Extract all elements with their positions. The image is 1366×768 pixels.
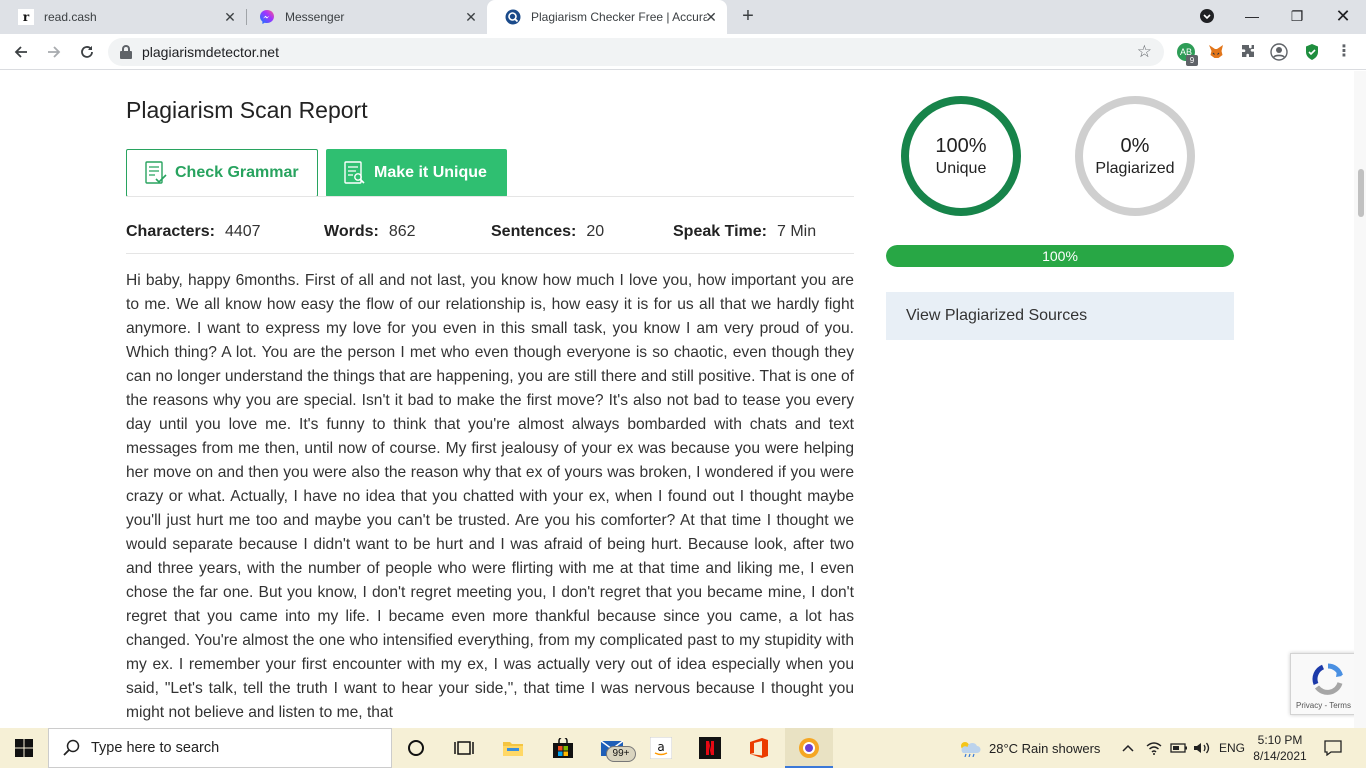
back-button[interactable] (9, 40, 33, 64)
stat-sentences: Sentences: 20 (491, 223, 605, 240)
tab-search-button[interactable] (1195, 4, 1219, 28)
arrow-right-icon (48, 46, 61, 58)
shield-extension-icon[interactable] (1303, 43, 1321, 61)
page-content: Plagiarism Scan Report Check Grammar Mak… (0, 71, 1366, 728)
amazon-icon[interactable]: a (649, 736, 673, 760)
network-icon[interactable] (1146, 728, 1162, 768)
check-grammar-button[interactable]: Check Grammar (126, 149, 318, 197)
stat-speak-time: Speak Time: 7 Min (673, 223, 817, 240)
browser-toolbar: plagiarismdetector.net ☆ AB 9 ⋮ (0, 34, 1366, 70)
document-search-icon (344, 161, 365, 184)
start-button[interactable] (0, 728, 48, 768)
menu-kebab-icon[interactable]: ⋮ (1335, 43, 1353, 61)
plagiarism-detector-icon (505, 9, 521, 25)
netflix-icon[interactable] (698, 736, 722, 760)
plagiarized-label: Plagiarized (1095, 159, 1175, 177)
divider (126, 196, 854, 197)
maximize-button[interactable]: ❐ (1285, 4, 1309, 28)
chevron-down-icon (1200, 9, 1214, 23)
bookmark-star-icon[interactable]: ☆ (1137, 42, 1152, 62)
unique-label: Unique (935, 159, 987, 177)
chrome-canary-icon[interactable] (797, 736, 821, 760)
search-placeholder: Type here to search (91, 740, 220, 756)
extensions-puzzle-icon[interactable] (1239, 43, 1257, 61)
tab-title: Plagiarism Checker Free | Accura (531, 10, 707, 24)
recaptcha-terms[interactable]: Privacy - Terms (1296, 701, 1351, 710)
check-grammar-label: Check Grammar (175, 164, 299, 181)
language-indicator[interactable]: ENG (1219, 728, 1245, 768)
notifications-button[interactable] (1324, 728, 1342, 768)
view-sources-label: View Plagiarized Sources (906, 307, 1088, 324)
unique-score-ring: 100% Unique (901, 96, 1021, 216)
unique-percent: 100% (935, 134, 987, 157)
extension-badge: 9 (1186, 55, 1198, 66)
tab-messenger[interactable]: Messenger ✕ (241, 0, 487, 34)
page-scrollbar[interactable] (1354, 71, 1366, 728)
taskbar-search-box[interactable]: Type here to search (48, 728, 392, 768)
uniqueness-progress-bar: 100% (886, 245, 1234, 267)
close-icon[interactable]: ✕ (703, 9, 719, 25)
plagiarized-score-ring: 0% Plagiarized (1075, 96, 1195, 216)
weather-text: 28°C Rain showers (989, 740, 1101, 756)
battery-icon[interactable] (1170, 728, 1188, 768)
clock-date: 8/14/2021 (1253, 749, 1307, 763)
rain-cloud-icon (961, 742, 981, 757)
microsoft-store-icon[interactable] (551, 736, 575, 760)
stat-characters: Characters: 4407 (126, 223, 261, 240)
reload-icon (81, 46, 93, 58)
tab-title: read.cash (44, 10, 97, 24)
search-icon (63, 739, 80, 756)
arrow-left-icon (14, 46, 27, 58)
scrollbar-thumb[interactable] (1358, 169, 1364, 217)
read-cash-favicon: r (18, 9, 34, 25)
clock-time: 5:10 PM (1257, 733, 1303, 747)
show-hidden-icons-button[interactable] (1121, 728, 1135, 768)
close-window-button[interactable]: ✕ (1331, 4, 1355, 28)
plagiarized-percent: 0% (1120, 134, 1150, 157)
view-plagiarized-sources-button[interactable]: View Plagiarized Sources (886, 292, 1234, 340)
page-title: Plagiarism Scan Report (126, 97, 368, 123)
address-bar[interactable]: plagiarismdetector.net ☆ (108, 38, 1164, 66)
url-text: plagiarismdetector.net (142, 44, 279, 60)
file-explorer-icon[interactable] (501, 736, 525, 760)
browser-tab-strip: r read.cash ✕ Messenger ✕ Plagiarism Che… (0, 0, 1366, 34)
tab-title: Messenger (285, 10, 345, 24)
progress-label: 100% (1042, 248, 1078, 264)
mail-badge: 99+ (606, 746, 636, 762)
weather-widget[interactable]: 28°C Rain showers (957, 728, 1100, 768)
notification-icon (1324, 740, 1342, 756)
windows-taskbar: Type here to search 99+ a 28°C Rain show… (0, 728, 1366, 768)
windows-logo-icon (15, 739, 33, 757)
make-it-unique-label: Make it Unique (374, 164, 487, 181)
messenger-icon (259, 9, 275, 25)
profile-avatar-icon[interactable] (1270, 43, 1288, 61)
document-check-icon (145, 161, 167, 184)
metamask-fox-icon[interactable] (1207, 43, 1225, 61)
make-it-unique-button[interactable]: Make it Unique (326, 149, 507, 197)
minimize-button[interactable]: — (1240, 4, 1264, 28)
recaptcha-icon (1312, 663, 1343, 695)
stat-words: Words: 862 (324, 223, 416, 240)
taskbar-clock[interactable]: 5:10 PM 8/14/2021 (1250, 732, 1310, 764)
divider (126, 253, 854, 254)
close-icon[interactable]: ✕ (463, 9, 479, 25)
new-tab-button[interactable]: + (737, 6, 759, 28)
cortana-icon[interactable] (404, 736, 428, 760)
forward-button[interactable] (42, 40, 66, 64)
close-icon[interactable]: ✕ (222, 9, 238, 25)
svg-text:a: a (657, 740, 664, 754)
tab-plagiarism-checker[interactable]: Plagiarism Checker Free | Accura ✕ (487, 0, 727, 34)
reload-button[interactable] (75, 40, 99, 64)
scanned-text: Hi baby, happy 6months. First of all and… (126, 272, 854, 721)
office-icon[interactable] (747, 736, 771, 760)
task-view-icon[interactable] (452, 736, 476, 760)
lock-icon[interactable] (120, 45, 132, 59)
chevron-up-icon (1122, 744, 1134, 752)
volume-icon[interactable] (1193, 728, 1211, 768)
text-stats: Characters: 4407 Words: 862 Sentences: 20 S… (126, 223, 854, 243)
tab-read-cash[interactable]: r read.cash ✕ (0, 0, 246, 34)
